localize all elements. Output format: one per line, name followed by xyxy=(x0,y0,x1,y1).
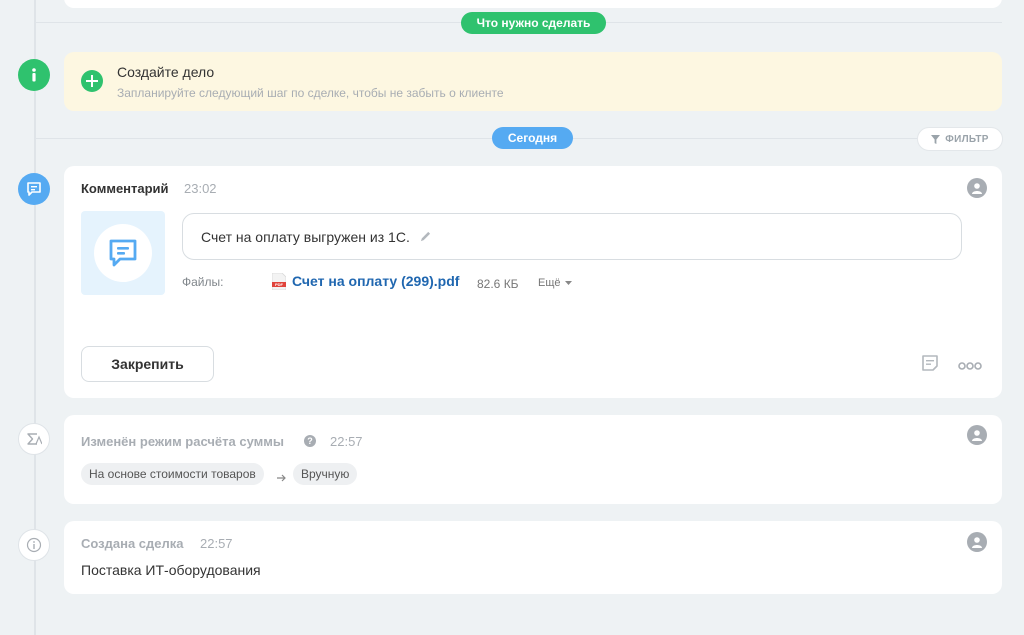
pin-button[interactable]: Закрепить xyxy=(81,346,214,382)
file-link[interactable]: Счет на оплату (299).pdf xyxy=(292,273,459,289)
create-task-subtitle: Запланируйте следующий шаг по сделке, чт… xyxy=(117,86,504,100)
sum-mode-card: Изменён режим расчёта суммы ? 22:57 На о… xyxy=(64,415,1002,504)
sum-mode-to-chip: Вручную xyxy=(293,463,358,485)
sum-mode-time: 22:57 xyxy=(330,434,363,449)
filter-icon xyxy=(931,134,941,144)
user-avatar-icon[interactable] xyxy=(967,425,987,445)
file-more-dropdown[interactable]: Ещё xyxy=(538,277,572,289)
create-task-title[interactable]: Создайте дело xyxy=(117,64,214,80)
comment-icon xyxy=(18,173,50,205)
arrow-right-icon xyxy=(277,469,287,487)
info-icon xyxy=(18,59,50,91)
comment-thumbnail xyxy=(81,211,165,295)
more-options-icon[interactable] xyxy=(958,358,982,376)
todo-section-pill: Что нужно сделать xyxy=(461,12,606,34)
svg-text:PDF: PDF xyxy=(275,282,284,287)
previous-card-edge xyxy=(64,0,1002,8)
today-pill: Сегодня xyxy=(492,127,573,149)
file-size: 82.6 КБ xyxy=(477,277,519,291)
filter-button[interactable]: ФИЛЬТР xyxy=(917,127,1003,151)
chevron-down-icon xyxy=(564,280,572,285)
sum-mode-title: Изменён режим расчёта суммы xyxy=(81,434,284,449)
deal-created-time: 22:57 xyxy=(200,536,233,551)
file-more-label: Ещё xyxy=(538,277,561,289)
user-avatar-icon[interactable] xyxy=(967,178,987,198)
edit-icon[interactable] xyxy=(420,231,431,242)
pdf-file-icon: PDF xyxy=(271,272,287,291)
deal-created-card: Создана сделка 22:57 Поставка ИТ-оборудо… xyxy=(64,521,1002,594)
note-icon[interactable] xyxy=(921,354,939,377)
info-outline-icon xyxy=(18,529,50,561)
comment-card: Комментарий 23:02 Счет на оплату выгруже… xyxy=(64,166,1002,398)
sigma-icon xyxy=(18,423,50,455)
create-task-card[interactable]: Создайте дело Запланируйте следующий шаг… xyxy=(64,52,1002,111)
comment-bubble-icon xyxy=(94,224,152,282)
comment-text-box[interactable]: Счет на оплату выгружен из 1С. xyxy=(182,213,962,260)
comment-title: Комментарий xyxy=(81,181,169,196)
add-icon[interactable] xyxy=(81,70,103,92)
filter-label: ФИЛЬТР xyxy=(945,133,989,145)
deal-created-title: Создана сделка xyxy=(81,536,184,551)
files-label: Файлы: xyxy=(182,275,224,289)
help-icon[interactable]: ? xyxy=(304,435,316,447)
comment-time: 23:02 xyxy=(184,181,217,196)
sum-mode-from-chip: На основе стоимости товаров xyxy=(81,463,264,485)
user-avatar-icon[interactable] xyxy=(967,532,987,552)
deal-name[interactable]: Поставка ИТ-оборудования xyxy=(81,562,261,578)
comment-text: Счет на оплату выгружен из 1С. xyxy=(201,228,410,245)
